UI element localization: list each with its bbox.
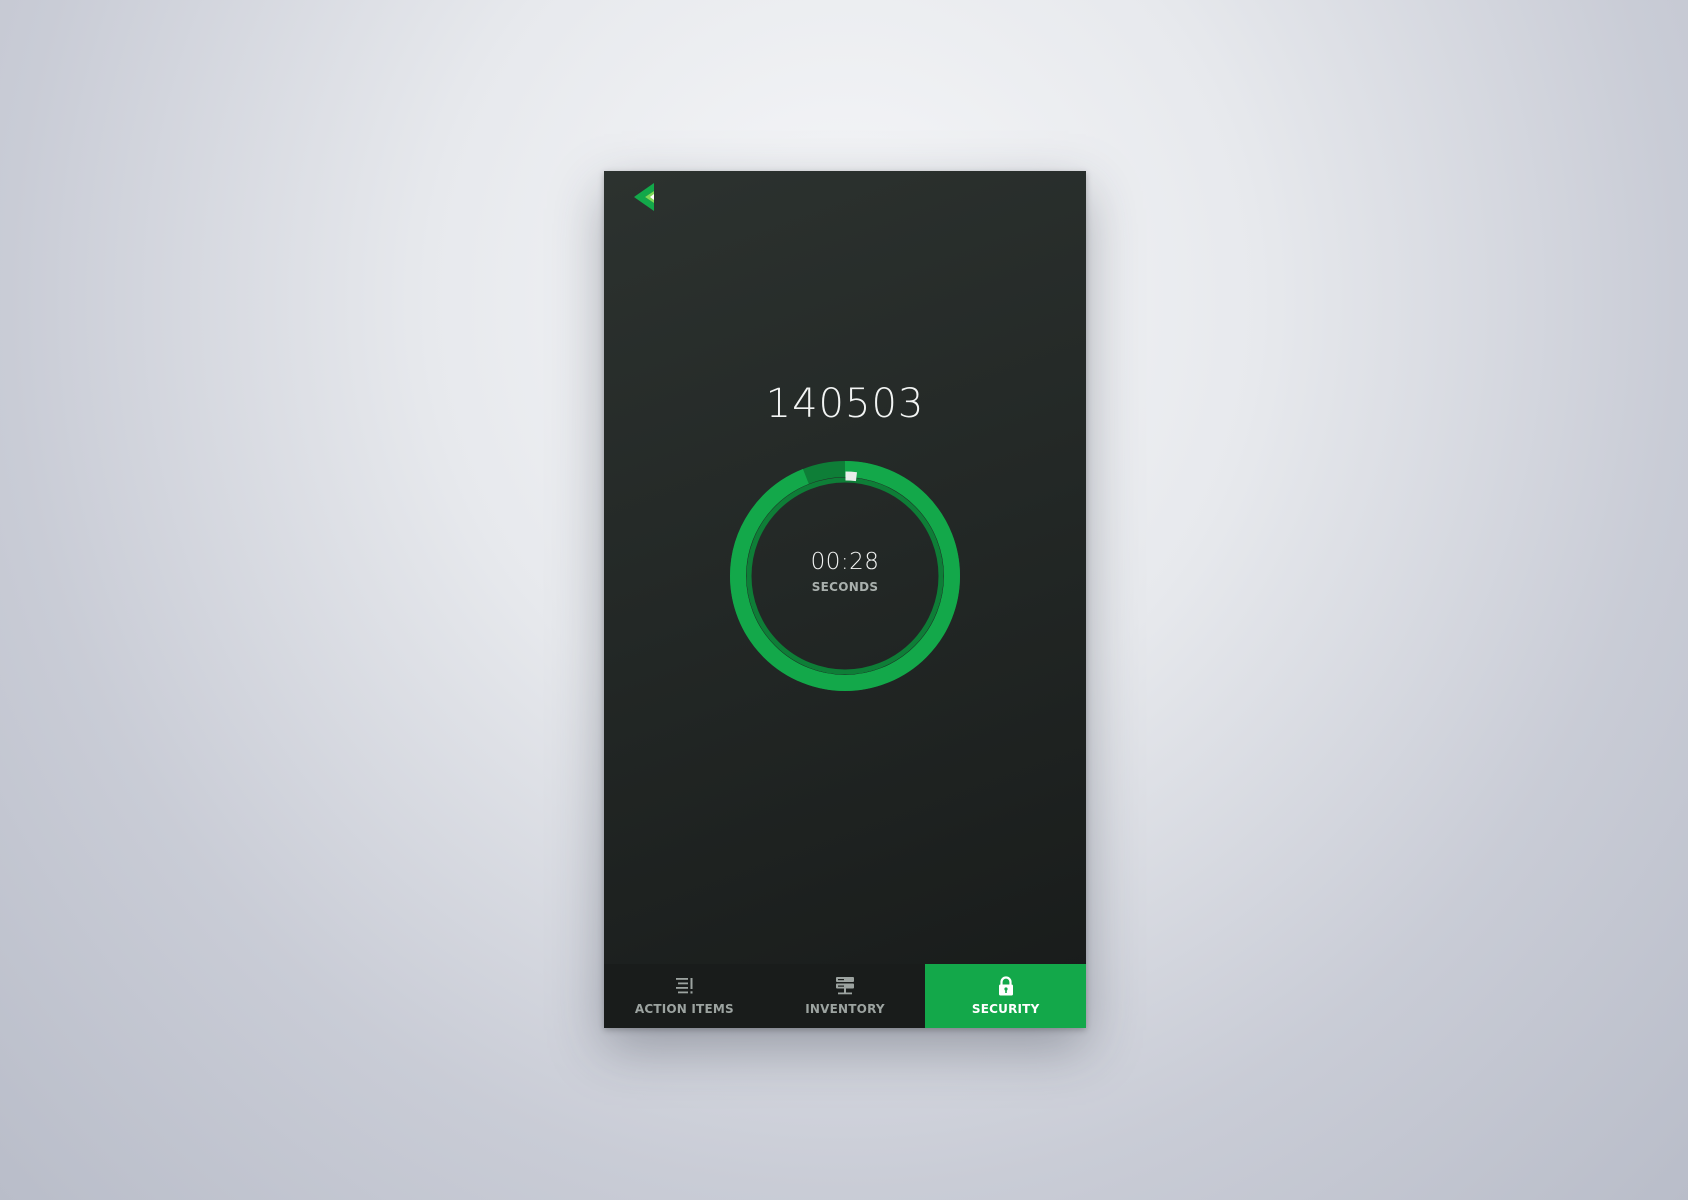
bottom-tab-bar: ACTION ITEMS INVENTORY SECURITY [604, 964, 1086, 1028]
tab-action-items[interactable]: ACTION ITEMS [604, 964, 765, 1028]
tab-label: INVENTORY [805, 1002, 885, 1016]
app-screen: 140503 00:28 SECONDS ACTION ITEMS INVENT… [604, 171, 1086, 1028]
lock-icon [998, 976, 1013, 996]
tab-label: ACTION ITEMS [634, 1002, 734, 1016]
app-logo-icon [634, 183, 654, 211]
tab-security[interactable]: SECURITY [925, 964, 1086, 1028]
tab-label: SECURITY [971, 1002, 1040, 1016]
timer-readout: 00:28 SECONDS [730, 549, 960, 594]
action-items-icon [676, 978, 693, 994]
security-code: 140503 [765, 381, 925, 427]
timer-unit: SECONDS [811, 580, 879, 594]
countdown-timer: 00:28 SECONDS [730, 461, 960, 691]
tab-inventory[interactable]: INVENTORY [765, 964, 926, 1028]
timer-value: 00:28 [810, 549, 880, 575]
remaining-marker [845, 471, 857, 482]
server-icon [836, 977, 854, 995]
